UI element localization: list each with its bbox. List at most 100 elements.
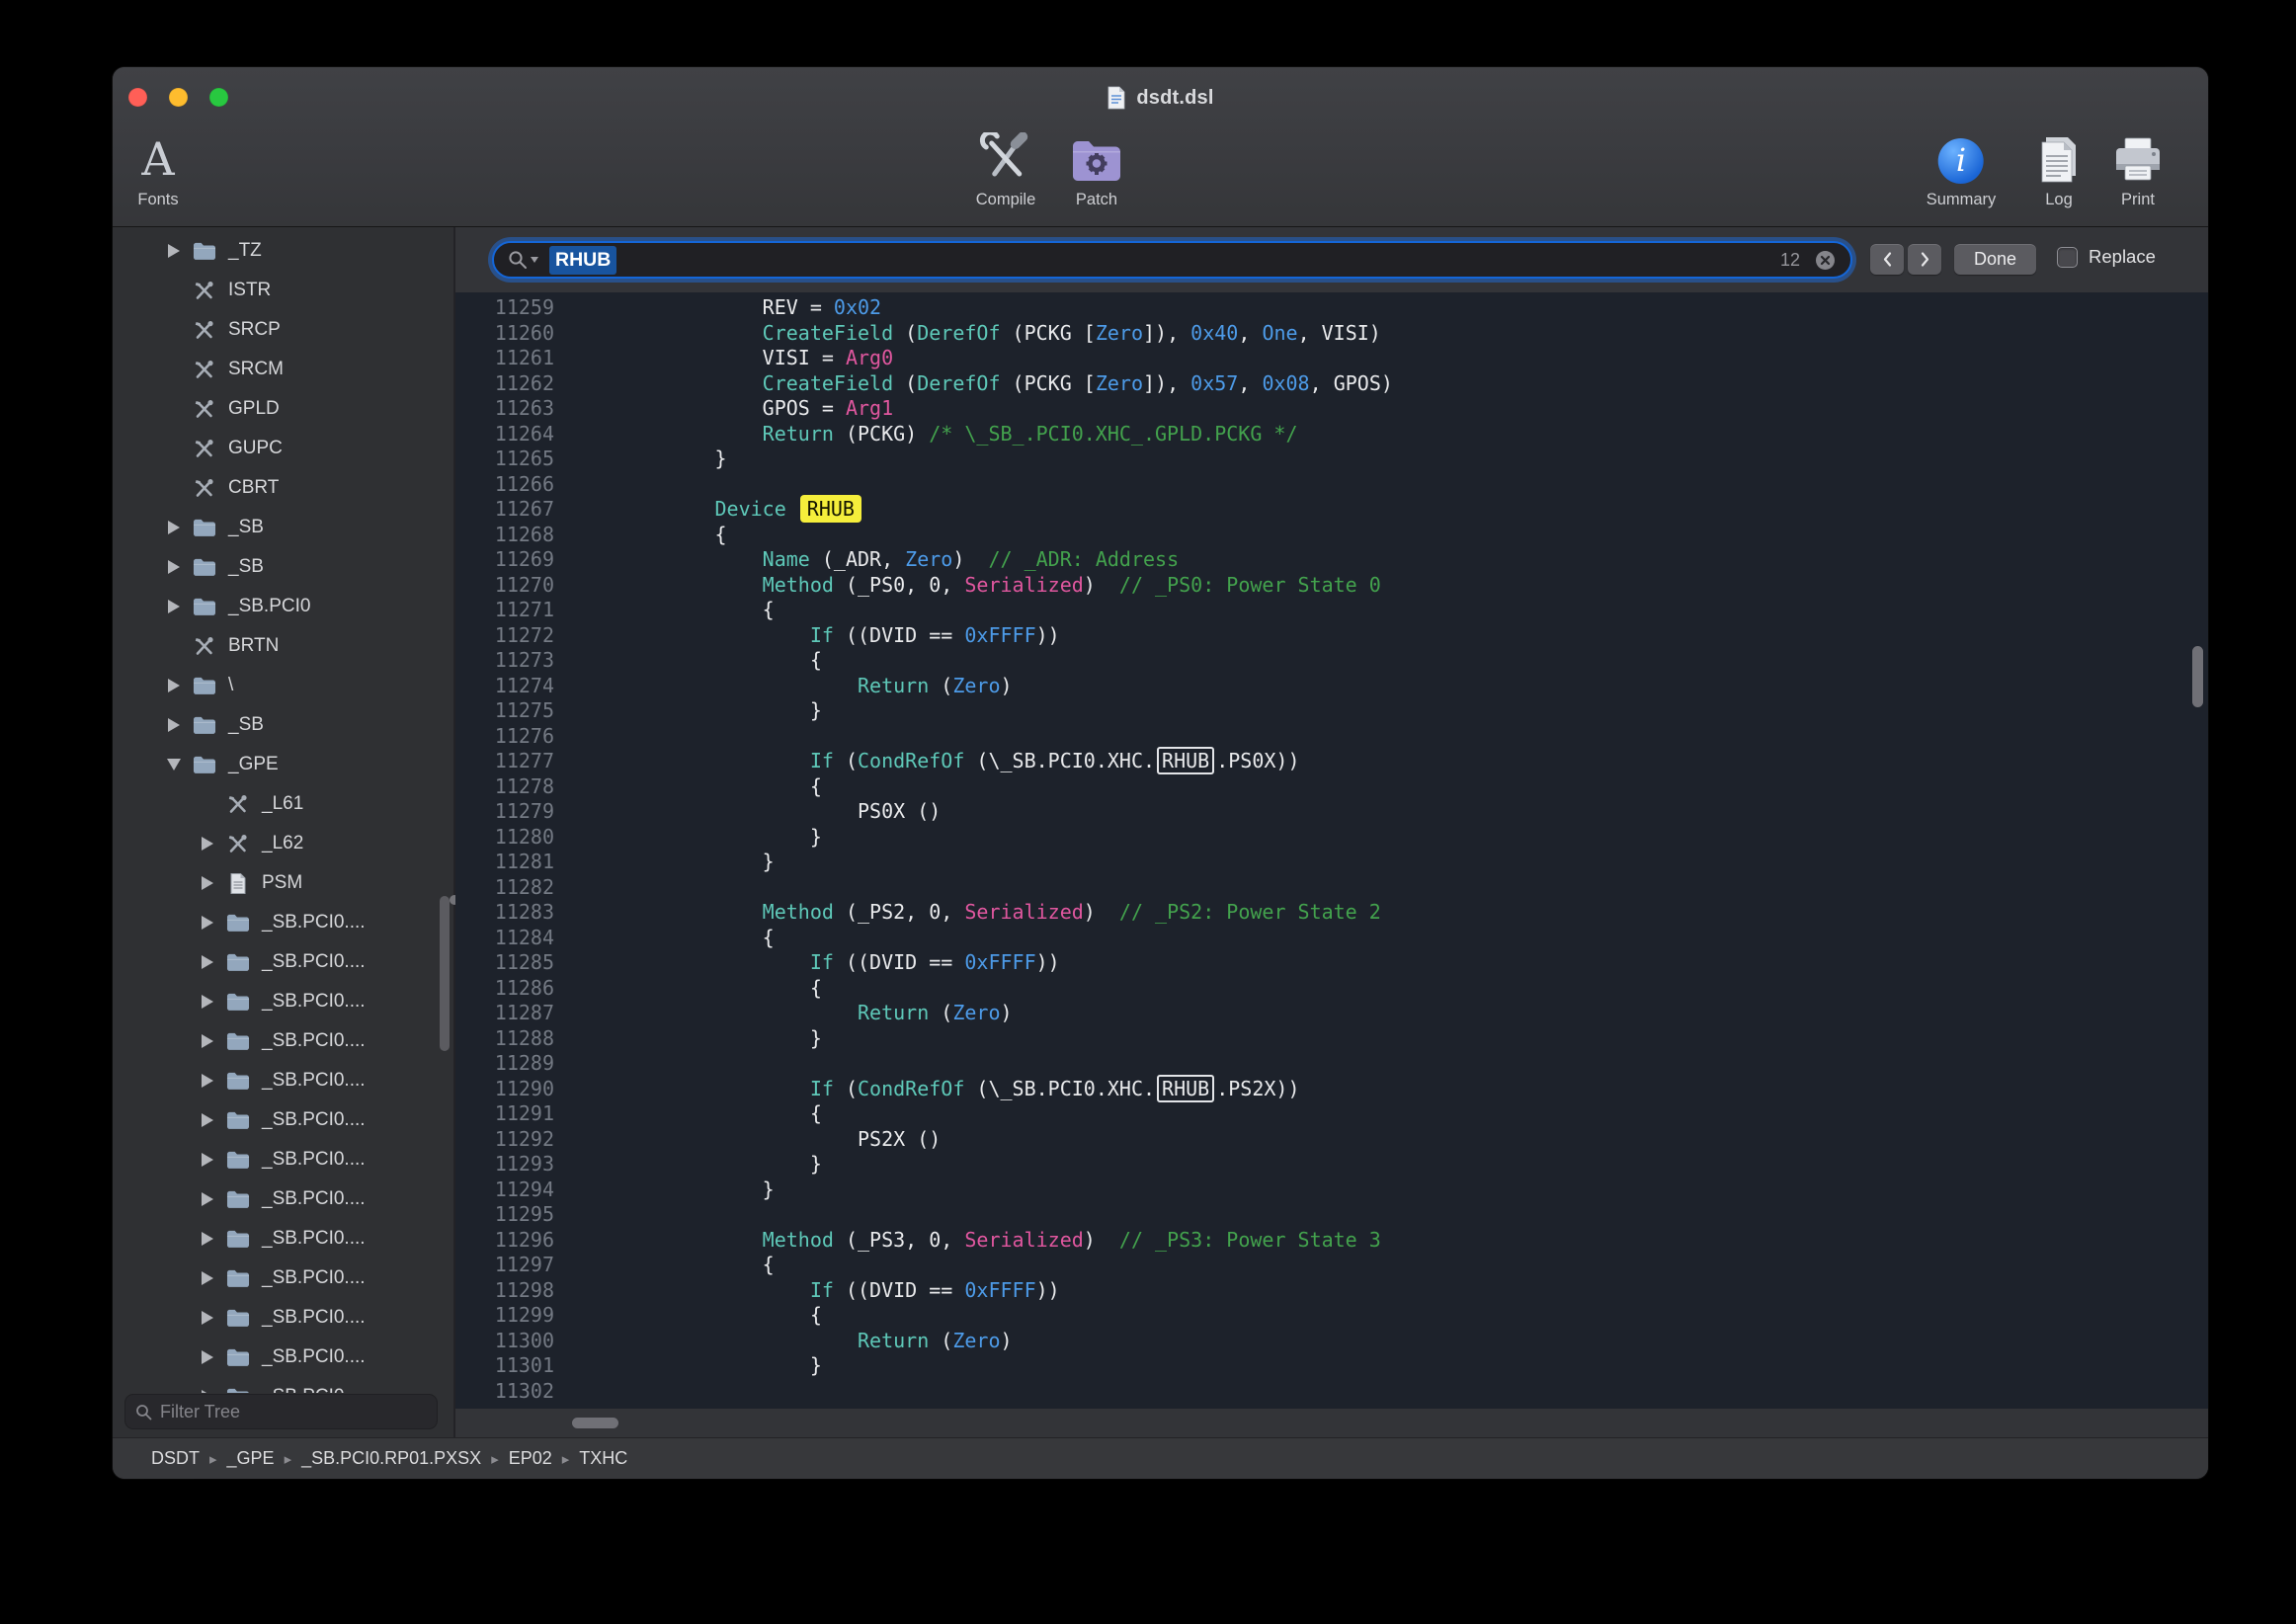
disclosure-triangle[interactable] [158, 512, 190, 543]
tree-item[interactable]: _SB.PCI0.... [113, 942, 453, 982]
breadcrumb-item[interactable]: _SB.PCI0.RP01.PXSX [301, 1448, 481, 1469]
line-number: 11284 [455, 926, 554, 951]
tree-item[interactable]: BRTN [113, 626, 453, 666]
close-window-button[interactable] [128, 88, 147, 107]
code-line: 11291 { [455, 1101, 2208, 1127]
code-line: 11260 CreateField (DerefOf (PCKG [Zero])… [455, 321, 2208, 347]
tree-item[interactable]: \ [113, 666, 453, 705]
disclosure-triangle[interactable] [192, 1341, 223, 1373]
patch-button[interactable]: Patch [1070, 128, 1123, 209]
summary-button[interactable]: i Summary [1927, 128, 1997, 209]
disclosure-triangle[interactable] [192, 1144, 223, 1176]
find-input[interactable]: RHUB 12 [492, 241, 1852, 279]
compile-button[interactable]: Compile [976, 128, 1036, 209]
disclosure-triangle[interactable] [158, 235, 190, 267]
tree-item[interactable]: _SB.PCI0.... [113, 1021, 453, 1061]
tree-item[interactable]: _GPE [113, 745, 453, 784]
disclosure-triangle[interactable] [192, 907, 223, 938]
folder-icon [223, 1387, 253, 1394]
disclosure-triangle[interactable] [192, 867, 223, 899]
folder-icon [223, 1031, 253, 1052]
tree-item[interactable]: _SB [113, 705, 453, 745]
disclosure-triangle[interactable] [192, 828, 223, 859]
tree-item[interactable]: _SB.PCI0.... [113, 1219, 453, 1259]
disclosure-triangle[interactable] [192, 1223, 223, 1255]
line-number: 11267 [455, 497, 554, 523]
disclosure-triangle[interactable] [192, 1302, 223, 1334]
code-line: 11261 VISI = Arg0 [455, 346, 2208, 371]
code-line: 11278 { [455, 774, 2208, 800]
search-options-chevron-icon[interactable] [531, 257, 538, 263]
disclosure-triangle[interactable] [192, 1381, 223, 1393]
disclosure-triangle[interactable] [192, 1104, 223, 1136]
tree-item[interactable]: _SB.PCI0.... [113, 982, 453, 1021]
code-line: 11289 [455, 1051, 2208, 1077]
tree-item[interactable]: GUPC [113, 429, 453, 468]
breadcrumb-item[interactable]: _GPE [227, 1448, 275, 1469]
tree-item[interactable]: _SB [113, 547, 453, 587]
done-button[interactable]: Done [1954, 244, 2036, 275]
find-previous-button[interactable] [1870, 244, 1904, 275]
replace-checkbox[interactable] [2057, 247, 2078, 268]
tree-item[interactable]: _SB.PCI0.... [113, 1338, 453, 1377]
tree-item-label: GUPC [228, 438, 283, 459]
disclosure-triangle[interactable] [158, 551, 190, 583]
filter-tree-input[interactable]: Filter Tree [124, 1394, 438, 1429]
tree-item[interactable]: _TZ [113, 231, 453, 271]
print-button[interactable]: Print [2112, 128, 2164, 209]
code-line: 11270 Method (_PS0, 0, Serialized) // _P… [455, 573, 2208, 599]
disclosure-triangle[interactable] [192, 946, 223, 978]
code-vertical-scrollbar[interactable] [2192, 646, 2203, 707]
tree-item[interactable]: _SB.PCI0.... [113, 1140, 453, 1179]
disclosure-triangle[interactable] [192, 1065, 223, 1096]
tree-item[interactable]: ISTR [113, 271, 453, 310]
tree-item[interactable]: SRCP [113, 310, 453, 350]
code-line: 11282 [455, 875, 2208, 901]
tree-item-label: ISTR [228, 280, 271, 301]
code-line: 11267 Device RHUB [455, 497, 2208, 523]
tree-item[interactable]: GPLD [113, 389, 453, 429]
tree-item[interactable]: _SB.PCI0.... [113, 1298, 453, 1338]
find-next-button[interactable] [1908, 244, 1941, 275]
disclosure-triangle[interactable] [192, 1183, 223, 1215]
disclosure-triangle[interactable] [158, 670, 190, 701]
disclosure-triangle[interactable] [158, 749, 190, 780]
disclosure-triangle[interactable] [192, 1262, 223, 1294]
log-label: Log [2045, 191, 2073, 209]
breadcrumb-separator: ▸ [562, 1450, 570, 1468]
sidebar-scrollbar[interactable] [440, 896, 450, 1051]
tree-item-label: _SB.PCI0.... [262, 1070, 366, 1092]
tree-item[interactable]: _SB.PCI0.... [113, 903, 453, 942]
tree-item[interactable]: _SB.PCI0.... [113, 1179, 453, 1219]
minimize-window-button[interactable] [169, 88, 188, 107]
disclosure-triangle[interactable] [158, 709, 190, 741]
tree-item[interactable]: _SB.PCI0.... [113, 1377, 453, 1393]
code-horizontal-scrollbar[interactable] [572, 1418, 618, 1428]
find-bar: RHUB 12 [455, 227, 2208, 292]
fonts-button[interactable]: A Fonts [137, 128, 178, 209]
tree-item[interactable]: _L62 [113, 824, 453, 863]
breadcrumb-item[interactable]: TXHC [579, 1448, 627, 1469]
code-editor[interactable]: 11259 REV = 0x0211260 CreateField (Deref… [455, 292, 2208, 1409]
log-button[interactable]: Log [2036, 128, 2082, 209]
disclosure-triangle[interactable] [158, 591, 190, 622]
line-number: 11279 [455, 799, 554, 825]
zoom-window-button[interactable] [209, 88, 228, 107]
tree-item[interactable]: PSM [113, 863, 453, 903]
disclosure-triangle[interactable] [192, 986, 223, 1017]
tree-item[interactable]: _SB.PCI0 [113, 587, 453, 626]
clear-search-button[interactable] [1814, 249, 1837, 272]
tree-item[interactable]: _SB.PCI0.... [113, 1259, 453, 1298]
tree-item[interactable]: _L61 [113, 784, 453, 824]
code-line: 11299 { [455, 1303, 2208, 1329]
breadcrumb-item[interactable]: EP02 [509, 1448, 552, 1469]
breadcrumb-item[interactable]: DSDT [151, 1448, 200, 1469]
tree-item[interactable]: _SB.PCI0.... [113, 1061, 453, 1100]
code-line: 11283 Method (_PS2, 0, Serialized) // _P… [455, 900, 2208, 926]
tree-item[interactable]: _SB [113, 508, 453, 547]
tree-item[interactable]: _SB.PCI0.... [113, 1100, 453, 1140]
method-icon [190, 477, 219, 499]
tree-item[interactable]: SRCM [113, 350, 453, 389]
tree-item[interactable]: CBRT [113, 468, 453, 508]
disclosure-triangle[interactable] [192, 1025, 223, 1057]
